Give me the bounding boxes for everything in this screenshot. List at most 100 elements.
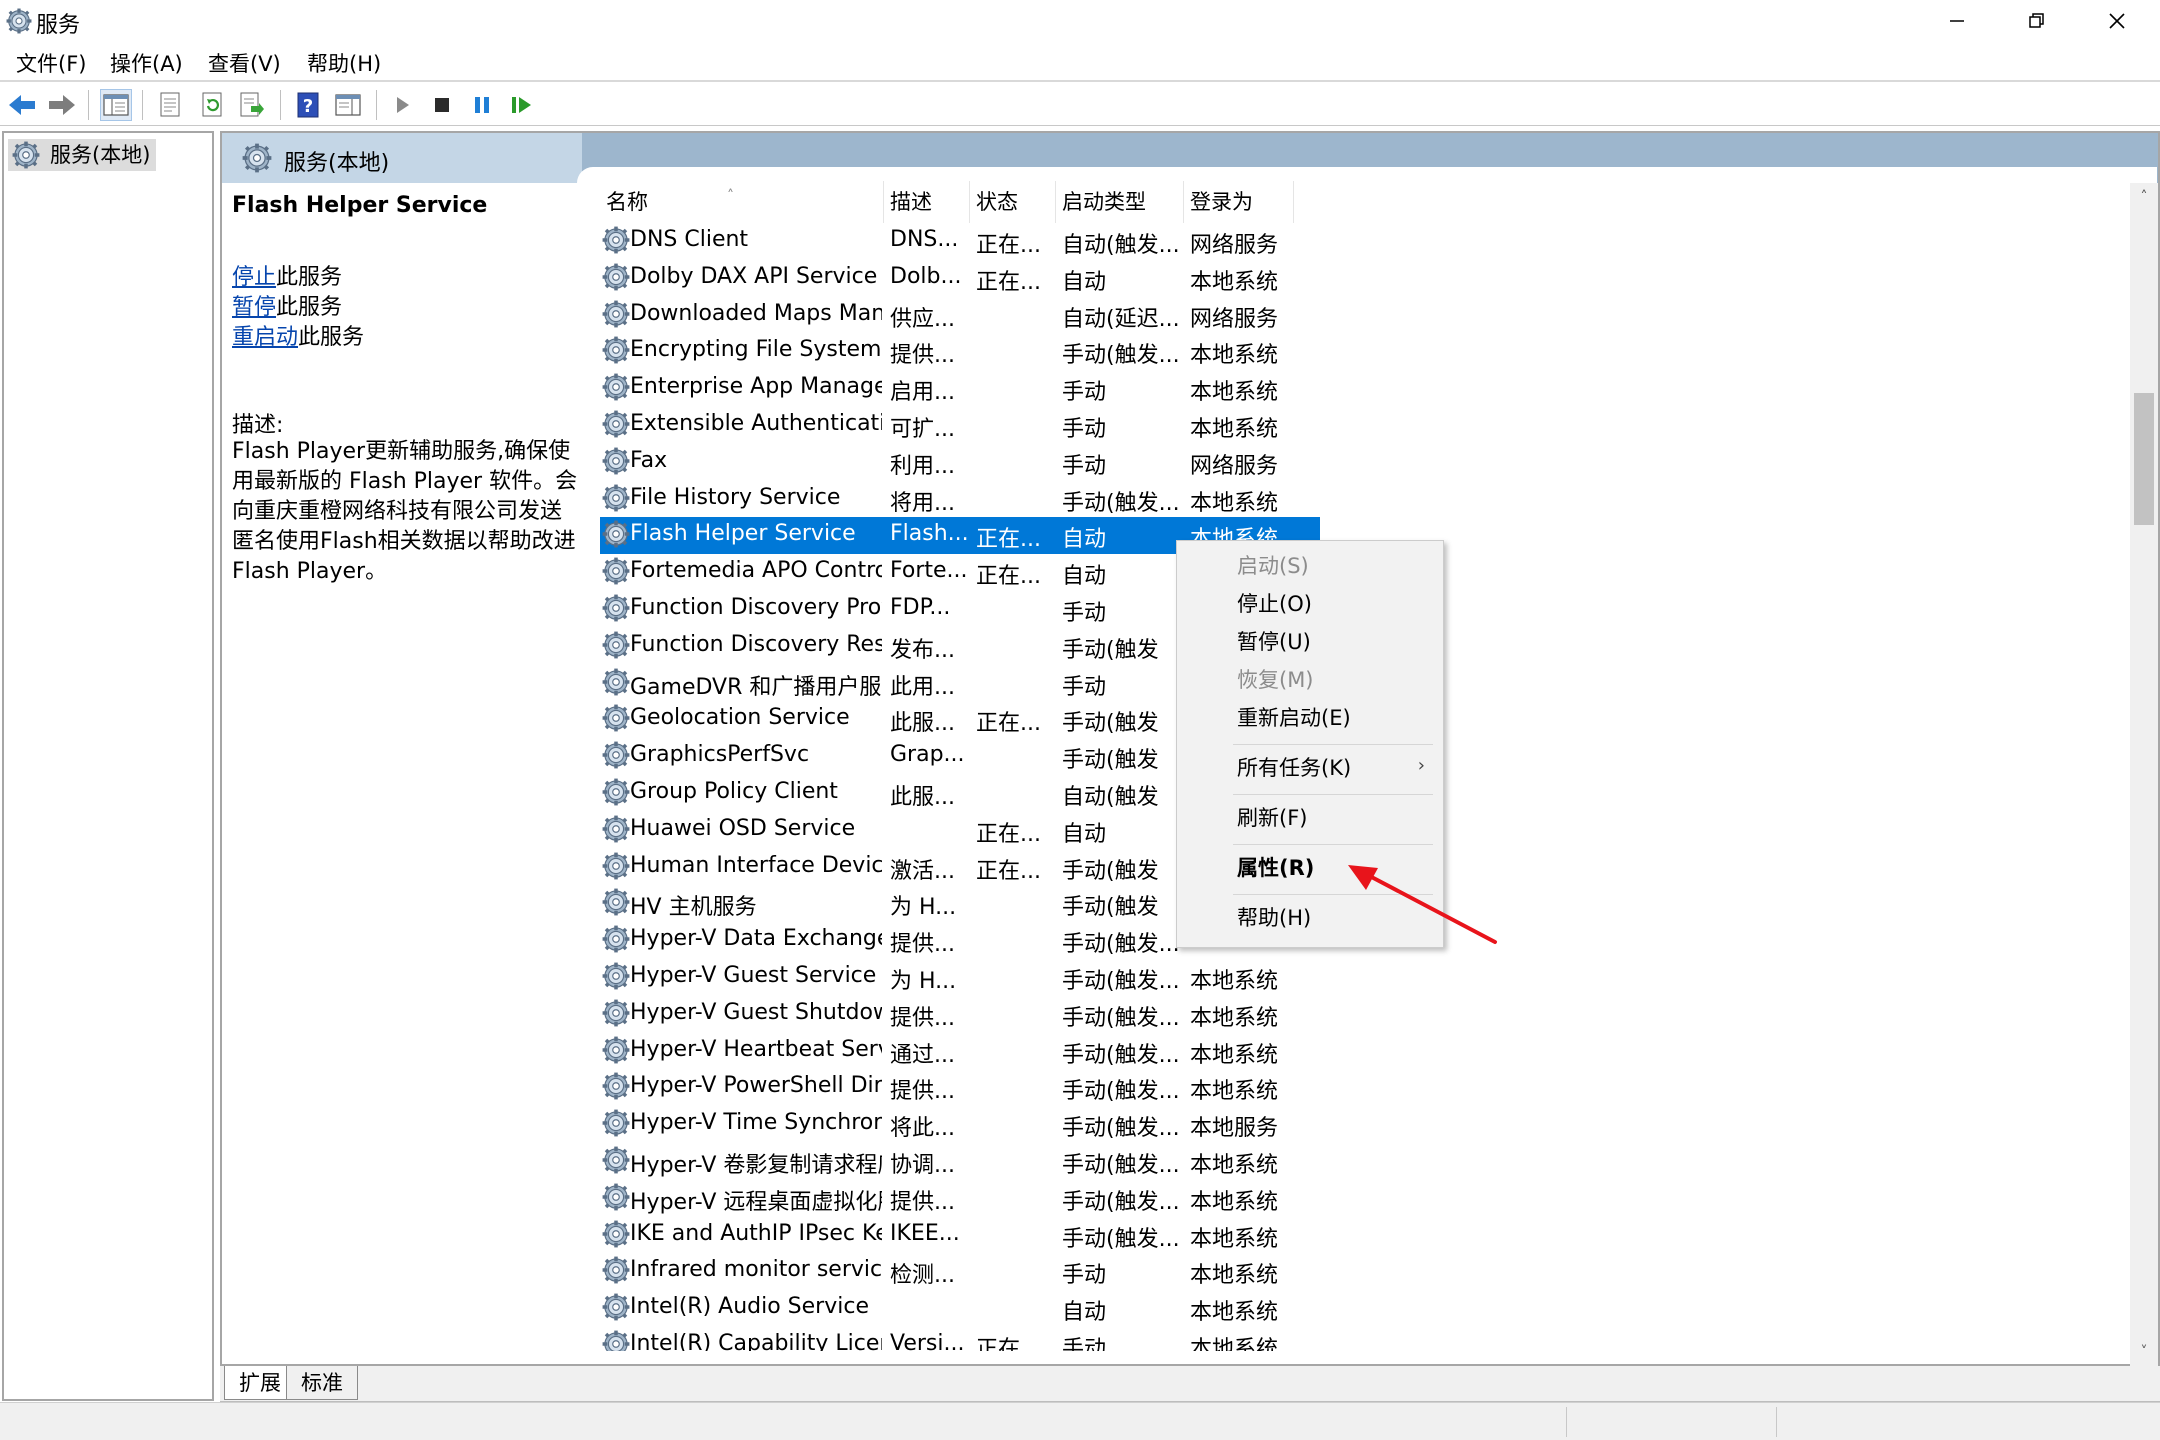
gear-icon (602, 226, 630, 254)
pause-service-button[interactable] (466, 89, 498, 121)
column-header-logon-as[interactable]: 登录为 (1184, 181, 1294, 223)
forward-button[interactable] (46, 89, 78, 121)
stop-service-button[interactable] (426, 89, 458, 121)
restore-button[interactable] (1998, 0, 2076, 42)
table-row[interactable]: Fax 利用... 手动 网络服务 (600, 444, 1320, 481)
cell-name: File History Service (630, 484, 841, 510)
cell-description: 提供... (890, 343, 955, 369)
menu-item-all-tasks[interactable]: 所有任务(K) (1237, 749, 1351, 787)
gear-icon (602, 815, 630, 843)
export-list-button[interactable] (236, 89, 268, 121)
refresh-toolbar-button[interactable] (196, 89, 228, 121)
table-row[interactable]: Hyper-V Guest Service Int... 为 H... 手动(触发.… (600, 959, 1320, 996)
properties-toolbar-button[interactable] (154, 89, 186, 121)
show-hide-action-pane-button[interactable] (332, 89, 364, 121)
cell-description: 激活... (890, 858, 955, 884)
cell-name: Downloaded Maps Manager (630, 300, 882, 326)
table-row[interactable]: Hyper-V Heartbeat Service 通过... 手动(触发... 本地… (600, 1033, 1320, 1070)
cell-name: Hyper-V Data Exchange Se... (630, 926, 882, 952)
cell-startup-type: 手动(触发... (1062, 343, 1180, 369)
annotation-arrow-icon (1348, 865, 1497, 944)
cell-startup-type: 手动(触发... (1062, 1079, 1180, 1105)
cell-description: 检测... (890, 1263, 955, 1289)
table-row[interactable]: File History Service 将用... 手动(触发... 本地系统 (600, 481, 1320, 518)
stop-service-link[interactable]: 停止 (232, 265, 276, 290)
table-row[interactable]: Hyper-V Time Synchroniza... 将此... 手动(触发...… (600, 1106, 1320, 1143)
scroll-down-icon[interactable]: ˅ (2130, 1338, 2158, 1366)
table-row[interactable]: Encrypting File System (EFS) 提供... 手动(触发..… (600, 333, 1320, 370)
cell-logon-as: 本地系统 (1190, 1337, 1279, 1351)
column-header-startup-type[interactable]: 启动类型 (1056, 181, 1184, 223)
start-service-button[interactable] (386, 89, 418, 121)
menu-help[interactable]: 帮助(H) (307, 48, 381, 78)
back-button[interactable] (6, 89, 38, 121)
menu-item-pause[interactable]: 暂停(U) (1237, 623, 1311, 661)
tab-standard[interactable]: 标准 (286, 1366, 358, 1400)
cell-description: 提供... (890, 1079, 955, 1105)
restart-service-button[interactable] (506, 89, 538, 121)
menu-item-restart[interactable]: 重新启动(E) (1237, 699, 1351, 737)
minimize-button[interactable] (1918, 0, 1996, 42)
cell-startup-type: 手动(触发 (1062, 895, 1159, 921)
cell-status: 正在... (976, 269, 1041, 295)
table-row[interactable]: Infrared monitor service 检测... 手动 本地系统 (600, 1253, 1320, 1290)
table-row[interactable]: Dolby DAX API Service Dolb... 正在... 自动 本地系统 (600, 260, 1320, 297)
scroll-up-icon[interactable]: ˄ (2130, 183, 2158, 211)
table-row[interactable]: Intel(R) Capability Licensin... Versi... 正… (600, 1327, 1320, 1351)
show-hide-console-tree-button[interactable] (100, 89, 132, 121)
menu-item-refresh[interactable]: 刷新(F) (1237, 799, 1307, 837)
cell-name: Extensible Authentication ... (630, 411, 882, 436)
gear-icon (12, 141, 40, 169)
menu-view[interactable]: 查看(V) (208, 48, 281, 78)
cell-description: 提供... (890, 932, 955, 958)
gear-icon (602, 999, 630, 1027)
table-row[interactable]: Extensible Authentication ... 可扩... 手动 本地系统 (600, 407, 1320, 444)
table-row[interactable]: Hyper-V Guest Shutdown ... 提供... 手动(触发... 本… (600, 996, 1320, 1033)
title-bar: 服务 (0, 0, 2160, 42)
cell-name: DNS Client (630, 227, 749, 252)
table-row[interactable]: Hyper-V 卷影复制请求程序 协调... 手动(触发... 本地系统 (600, 1143, 1320, 1180)
cell-description: 为 H... (890, 969, 957, 994)
column-header-status[interactable]: 状态 (970, 181, 1056, 223)
table-row[interactable]: Hyper-V PowerShell Direct... 提供... 手动(触发..… (600, 1069, 1320, 1106)
play-icon (397, 97, 409, 113)
column-header-name[interactable]: ˄ 名称 (600, 181, 884, 223)
cell-name: GameDVR 和广播用户服务... (630, 674, 882, 700)
pause-service-link[interactable]: 暂停 (232, 295, 276, 320)
cell-description: 发布... (890, 637, 955, 663)
table-row[interactable]: DNS Client DNS... 正在... 自动(触发... 网络服务 (600, 223, 1320, 260)
properties-icon (160, 92, 180, 117)
column-header-description[interactable]: 描述 (884, 181, 970, 223)
pane-header-title: 服务(本地) (284, 151, 390, 176)
table-row[interactable]: Intel(R) Audio Service 自动 本地系统 (600, 1290, 1320, 1327)
cell-name: HV 主机服务 (630, 895, 757, 921)
close-button[interactable] (2078, 0, 2156, 42)
menu-item-help[interactable]: 帮助(H) (1237, 899, 1311, 937)
menu-action[interactable]: 操作(A) (110, 48, 183, 78)
menu-item-stop[interactable]: 停止(O) (1237, 585, 1312, 623)
cell-logon-as: 本地系统 (1190, 1263, 1279, 1289)
gear-icon (602, 1072, 630, 1100)
svg-text:?: ? (303, 96, 313, 117)
cell-startup-type: 自动 (1062, 1300, 1107, 1326)
tree-item-services-local[interactable]: 服务(本地) (8, 139, 157, 171)
table-row[interactable]: IKE and AuthIP IPsec Keyin... IKEE... 手动(触… (600, 1217, 1320, 1254)
table-row[interactable]: Enterprise App Manageme... 启用... 手动 本地系统 (600, 370, 1320, 407)
cell-startup-type: 自动 (1062, 269, 1107, 295)
menu-bar: 文件(F) 操作(A) 查看(V) 帮助(H) (0, 44, 2160, 80)
table-row[interactable]: Hyper-V 远程桌面虚拟化服... 提供... 手动(触发... 本地系统 (600, 1180, 1320, 1217)
table-row[interactable]: Downloaded Maps Manager 供应... 自动(延迟... 网络服务 (600, 297, 1320, 334)
gear-icon (602, 263, 630, 291)
vertical-scrollbar[interactable]: ˄ ˅ (2130, 183, 2158, 1366)
restart-service-link[interactable]: 重启动 (232, 325, 298, 350)
cell-startup-type: 自动 (1062, 821, 1107, 847)
scrollbar-thumb[interactable] (2134, 393, 2154, 525)
cell-description: Dolb... (890, 263, 962, 289)
cell-name: Hyper-V Guest Shutdown ... (630, 999, 882, 1025)
menu-item-start[interactable]: 启动(S) (1237, 547, 1309, 585)
help-toolbar-button[interactable]: ? (292, 89, 324, 121)
menu-item-resume[interactable]: 恢复(M) (1237, 661, 1314, 699)
cell-name: Flash Helper Service (630, 521, 856, 547)
menu-file[interactable]: 文件(F) (16, 48, 86, 78)
menu-item-properties[interactable]: 属性(R) (1237, 849, 1314, 887)
